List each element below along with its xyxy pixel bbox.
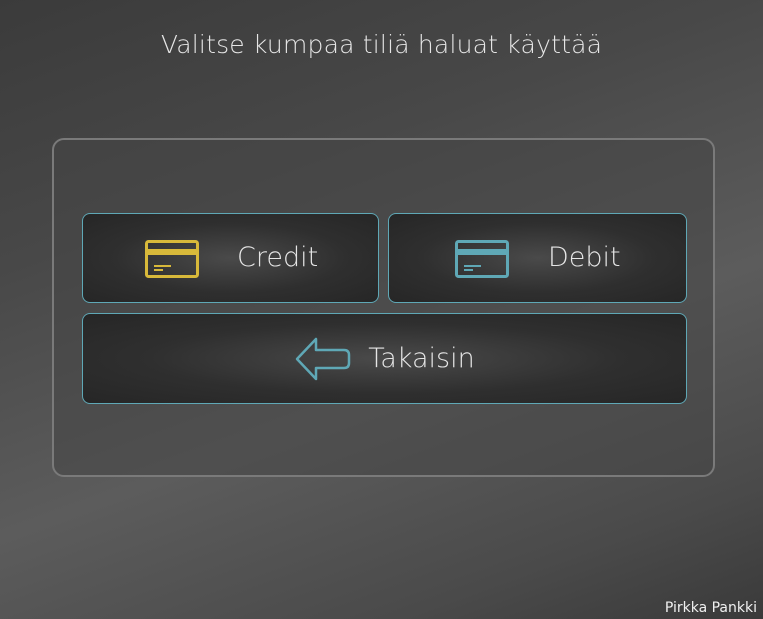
back-arrow-icon — [296, 337, 351, 380]
account-selection-panel — [52, 138, 715, 477]
back-button-label: Takaisin — [368, 343, 475, 374]
back-button-content: Takaisin — [294, 336, 475, 382]
credit-button[interactable]: Credit — [82, 213, 379, 303]
credit-card-icon — [145, 240, 199, 278]
bank-brand: Pirkka Pankki — [664, 600, 757, 616]
debit-button[interactable]: Debit — [388, 213, 687, 303]
page-title: Valitse kumpaa tiliä haluat käyttää — [160, 30, 603, 59]
debit-button-label: Debit — [548, 242, 621, 273]
back-button[interactable]: Takaisin — [82, 313, 687, 404]
debit-card-icon — [455, 240, 509, 278]
credit-button-label: Credit — [237, 242, 319, 273]
